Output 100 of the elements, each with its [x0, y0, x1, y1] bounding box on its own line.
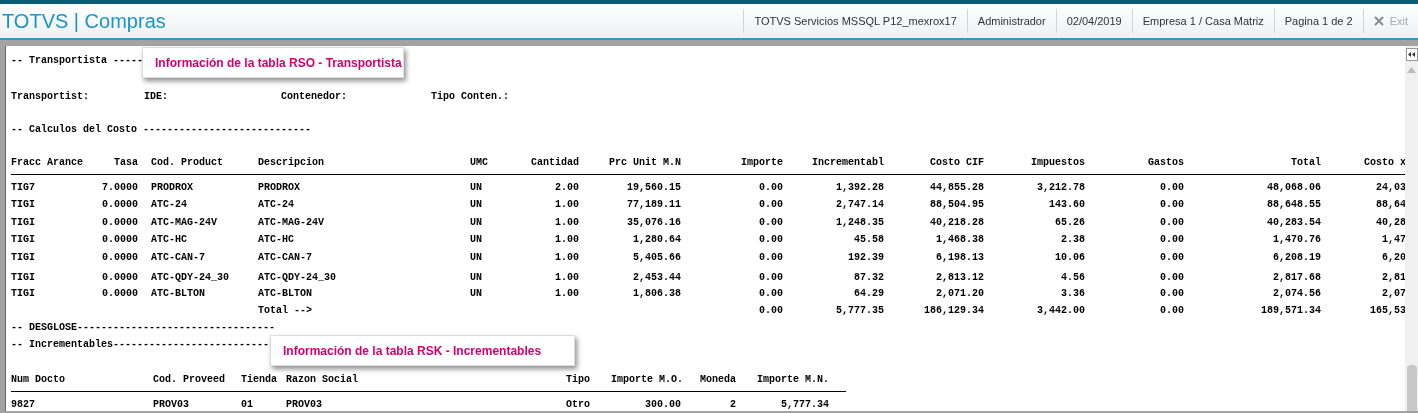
- table-cell: 77,189.11: [627, 199, 681, 210]
- table-cell: 40,283.54: [1267, 217, 1321, 228]
- table-cell: 44,855.28: [930, 182, 984, 193]
- table-cell: 4.56: [1061, 272, 1085, 283]
- table-cell: 2,453.44: [633, 272, 681, 283]
- status-text: Administrador: [977, 13, 1046, 29]
- column-header: Fracc Arance: [11, 157, 83, 168]
- table-cell: 2,813.12: [936, 272, 984, 283]
- table-cell: 6,198.13: [936, 252, 984, 263]
- section-heading: -- Transportista -----: [11, 55, 144, 67]
- column-header: Num Docto: [11, 374, 65, 385]
- table-cell: 2,747.14: [836, 199, 884, 210]
- table-cell: 0.0000: [102, 234, 138, 245]
- table-cell: 35,076.16: [627, 217, 681, 228]
- section-heading: -- Incrementables--------------------------: [11, 339, 270, 351]
- table-cell: 2.38: [1061, 234, 1085, 245]
- field-label: Tipo Conten.:: [431, 91, 509, 102]
- table-cell: 1.00: [555, 288, 579, 299]
- column-header: Descripcion: [258, 157, 324, 168]
- scrollbar-thumb[interactable]: [1406, 365, 1417, 411]
- table-cell: TIGI: [11, 199, 35, 210]
- section-heading: -- DESGLOSE---------------------------------: [11, 322, 276, 334]
- table-cell: 45.58: [854, 234, 884, 245]
- scroll-up-icon[interactable]: [1407, 67, 1416, 73]
- column-header: Importe M.O.: [611, 374, 683, 385]
- table-cell: UN: [470, 217, 482, 228]
- status-text: TOTVS Servicios MSSQL P12_mexrox17: [754, 13, 957, 29]
- field-label: Contenedor:: [281, 91, 347, 102]
- table-cell: Otro: [566, 399, 590, 410]
- scrollbar[interactable]: [1405, 46, 1418, 411]
- table-cell: ATC-HC: [258, 234, 294, 245]
- column-header: Importe M.N.: [757, 374, 829, 385]
- table-cell: 2,817.68: [1273, 272, 1321, 283]
- table-cell: 0.00: [759, 234, 783, 245]
- column-header: Tipo: [566, 374, 590, 385]
- table-cell: 0.00: [759, 252, 783, 263]
- table-cell: 6,208.19: [1273, 252, 1321, 263]
- table-cell: 300.00: [645, 399, 681, 410]
- table-cell: 65.26: [1055, 217, 1085, 228]
- table-cell: UN: [470, 288, 482, 299]
- total-value: 0.00: [759, 305, 783, 316]
- table-cell: UN: [470, 272, 482, 283]
- column-header: Impuestos: [1031, 157, 1085, 168]
- table-cell: ATC-MAG-24V: [151, 217, 217, 228]
- table-cell: 0.00: [759, 182, 783, 193]
- table-cell: 1,392.28: [836, 182, 884, 193]
- table-cell: PROV03: [153, 399, 189, 410]
- section-heading: -- Calculos del Costo ----------------------------: [11, 124, 312, 136]
- table-cell: 1.00: [555, 234, 579, 245]
- table-cell: 48,068.06: [1267, 182, 1321, 193]
- column-header: Cantidad: [531, 157, 579, 168]
- column-header: Razon Social: [286, 374, 358, 385]
- table-cell: 6,20: [1382, 252, 1405, 263]
- column-header: Cod. Proveed: [153, 374, 225, 385]
- table-cell: 0.0000: [102, 199, 138, 210]
- table-cell: 19,560.15: [627, 182, 681, 193]
- column-header: UMC: [470, 157, 488, 168]
- table-cell: TIGI: [11, 252, 35, 263]
- total-value: 0.00: [1160, 305, 1184, 316]
- total-value: 189,571.34: [1261, 305, 1321, 316]
- table-cell: 0.00: [1160, 199, 1184, 210]
- table-cell: 0.00: [1160, 252, 1184, 263]
- table-cell: 2: [730, 399, 736, 410]
- status-text: Pagina 1 de 2: [1284, 13, 1353, 29]
- table-cell: ATC-QDY-24_30: [151, 272, 229, 283]
- table-cell: TIG7: [11, 182, 35, 193]
- total-value: 186,129.34: [924, 305, 984, 316]
- table-cell: 1,806.38: [633, 288, 681, 299]
- table-cell: 0.0000: [102, 217, 138, 228]
- table-cell: 0.00: [759, 272, 783, 283]
- table-cell: ATC-QDY-24_30: [258, 272, 336, 283]
- table-cell: 5,405.66: [633, 252, 681, 263]
- column-header: Importe: [741, 157, 783, 168]
- callout-note: Información de la tabla RSO - Transportista: [142, 47, 404, 78]
- column-header: Total: [1291, 157, 1321, 168]
- table-cell: UN: [470, 199, 482, 210]
- column-header: Costo x: [1364, 157, 1405, 168]
- table-cell: 1.00: [555, 199, 579, 210]
- table-cell: ATC-CAN-7: [151, 252, 205, 263]
- table-cell: 88,648.55: [1267, 199, 1321, 210]
- table-cell: 0.00: [1160, 272, 1184, 283]
- table-cell: 10.06: [1055, 252, 1085, 263]
- table-cell: 0.00: [1160, 234, 1184, 245]
- table-cell: PRODROX: [151, 182, 193, 193]
- app-title: TOTVS | Compras: [1, 9, 166, 34]
- table-cell: 40,218.28: [930, 217, 984, 228]
- table-cell: 2,071.20: [936, 288, 984, 299]
- table-cell: 2,074.56: [1273, 288, 1321, 299]
- table-cell: PRODROX: [258, 182, 300, 193]
- table-cell: 1,248.35: [836, 217, 884, 228]
- table-cell: ATC-BLTON: [151, 288, 205, 299]
- table-cell: 64.29: [854, 288, 884, 299]
- table-cell: 0.00: [1160, 217, 1184, 228]
- total-value: 165,53: [1370, 305, 1405, 316]
- table-cell: 1,468.38: [936, 234, 984, 245]
- table-cell: ATC-MAG-24V: [258, 217, 324, 228]
- collapse-icon[interactable]: [1405, 48, 1418, 61]
- field-label: Transportist:: [11, 91, 89, 102]
- callout-note: Información de la tabla RSK - Incrementables: [270, 335, 575, 366]
- table-cell: 1,470.76: [1273, 234, 1321, 245]
